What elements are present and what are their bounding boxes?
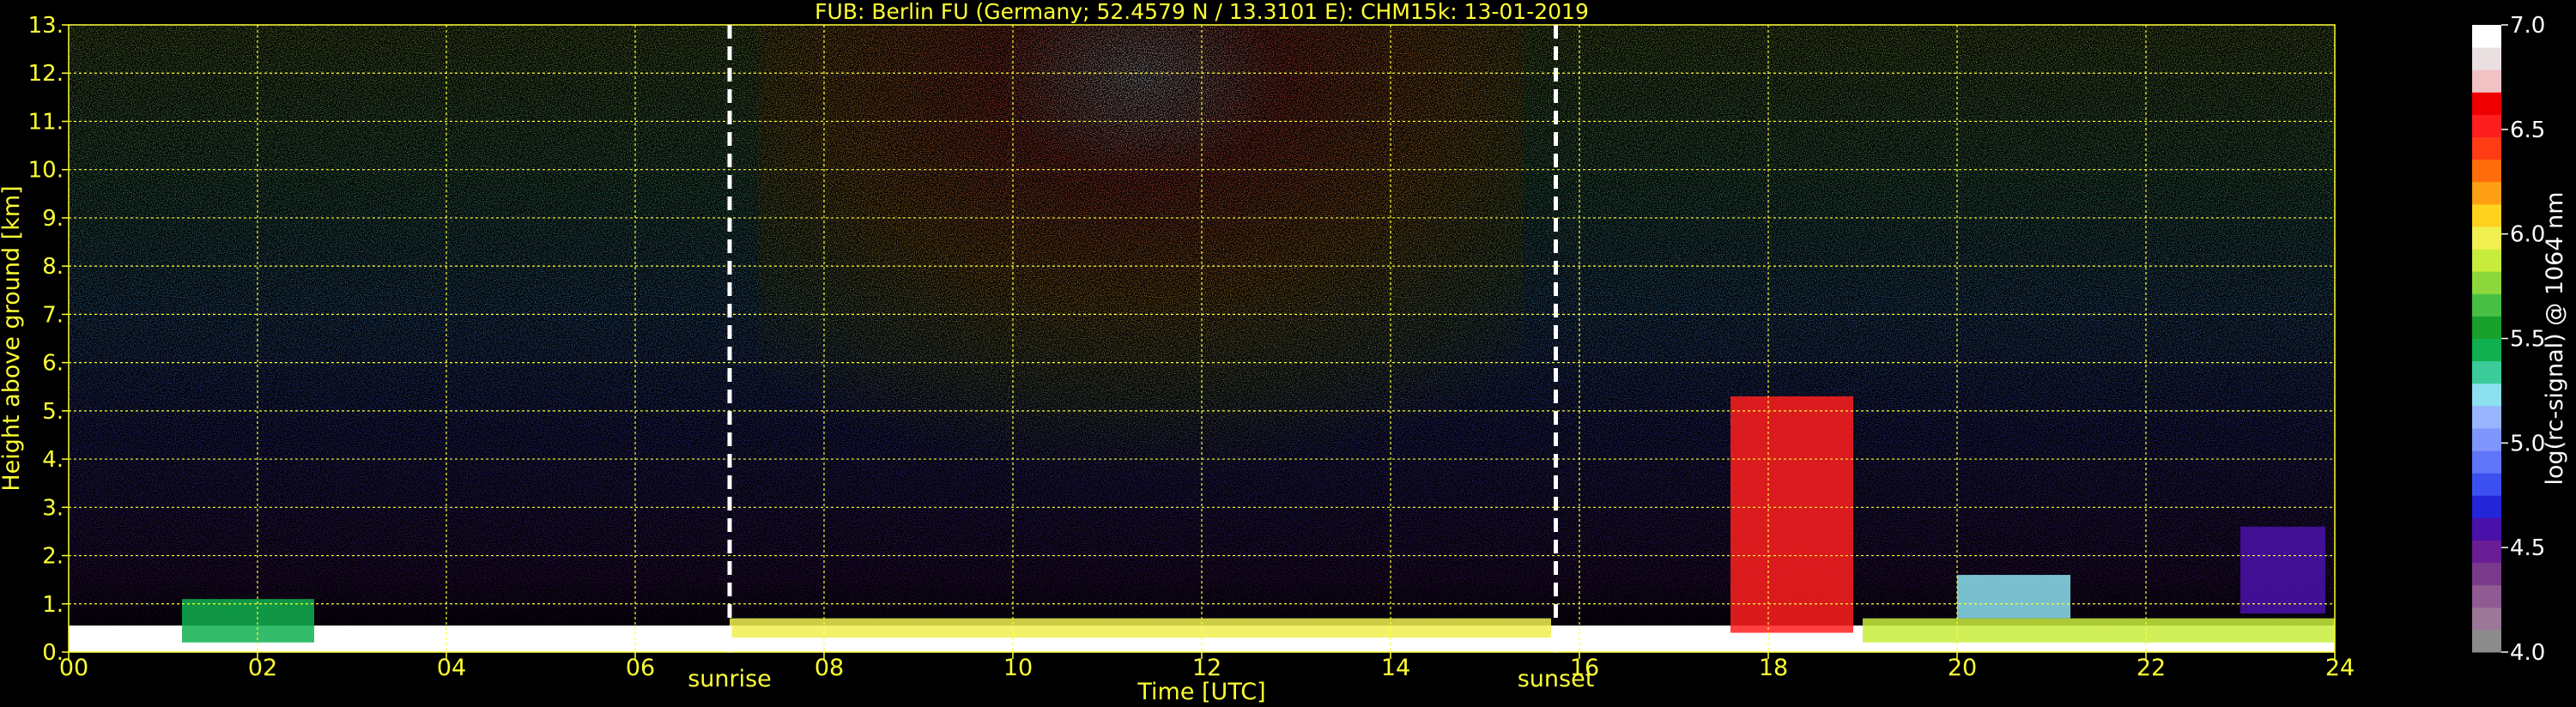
colorbar-segment <box>2472 360 2501 384</box>
colorbar-tick-label: 4.5 <box>2510 535 2545 561</box>
colorbar-segment <box>2472 338 2501 362</box>
colorbar-segment <box>2472 473 2501 496</box>
colorbar-segment <box>2472 607 2501 631</box>
ceilometer-chart: sunrise sunset 0.1.2.3.4.5.6.7.8.9.10.11.… <box>0 0 2568 705</box>
colorbar-segment <box>2472 316 2501 339</box>
colorbar-segment <box>2472 584 2501 608</box>
x-tick-label: 20 <box>1948 655 1977 681</box>
colorbar-segment <box>2472 450 2501 474</box>
colorbar: 4.0 4.5 5.0 5.5 6.0 6.5 7.0 <box>2472 13 2545 666</box>
x-tick-label: 00 <box>59 655 88 681</box>
y-tick-label: 3. <box>42 495 64 521</box>
colorbar-segment <box>2472 271 2501 294</box>
colorbar-segment <box>2472 47 2501 70</box>
colorbar-segment <box>2472 181 2501 205</box>
x-tick-label: 14 <box>1381 655 1410 681</box>
y-tick-label: 4. <box>42 447 64 473</box>
signal-layer <box>2240 526 2325 614</box>
x-tick-label: 12 <box>1192 655 1221 681</box>
x-tick-label: 22 <box>2137 655 2166 681</box>
x-axis-label: Time [UTC] <box>1136 679 1265 705</box>
x-tick-label: 10 <box>1003 655 1033 681</box>
colorbar-tick-label: 4.0 <box>2510 640 2545 666</box>
signal-layer <box>1730 396 1853 633</box>
y-tick-label: 7. <box>42 302 64 328</box>
x-tick-label: 02 <box>248 655 277 681</box>
y-axis: 0.1.2.3.4.5.6.7.8.9.10.11.12.13. <box>28 13 69 666</box>
colorbar-tick-label: 6.5 <box>2510 118 2545 143</box>
colorbar-segment <box>2472 405 2501 429</box>
daylight-signal <box>758 25 1523 559</box>
colorbar-segment <box>2472 629 2501 653</box>
colorbar-label: log(rc-signal) @ 1064 nm <box>2542 191 2568 485</box>
colorbar-segment <box>2472 517 2501 541</box>
colorbar-segment <box>2472 92 2501 115</box>
y-tick-label: 12. <box>28 61 64 87</box>
colorbar-segment <box>2472 427 2501 451</box>
colorbar-segment <box>2472 383 2501 407</box>
colorbar-tick-label: 5.5 <box>2510 327 2545 353</box>
colorbar-segment <box>2472 136 2501 160</box>
colorbar-segment <box>2472 114 2501 138</box>
x-axis: 00 02 04 06 08 10 12 14 16 18 20 22 24 <box>59 652 2355 681</box>
colorbar-segment <box>2472 249 2501 272</box>
colorbar-segment <box>2472 495 2501 518</box>
y-tick-label: 8. <box>42 254 64 280</box>
y-tick-label: 6. <box>42 351 64 377</box>
y-tick-label: 1. <box>42 592 64 618</box>
colorbar-tick-label: 7.0 <box>2510 13 2545 39</box>
signal-layer <box>1957 575 2070 619</box>
y-tick-label: 5. <box>42 399 64 425</box>
y-tick-label: 10. <box>28 158 64 184</box>
y-tick-label: 13. <box>28 13 64 39</box>
x-tick-label: 24 <box>2325 655 2355 681</box>
chart-title: FUB: Berlin FU (Germany; 52.4579 N / 13.… <box>815 0 1589 24</box>
y-tick-label: 2. <box>42 544 64 570</box>
x-tick-label: 06 <box>626 655 655 681</box>
x-tick-label: 04 <box>437 655 466 681</box>
colorbar-tick-label: 6.0 <box>2510 222 2545 248</box>
colorbar-segment <box>2472 203 2501 227</box>
x-tick-label: 18 <box>1759 655 1788 681</box>
colorbar-segment <box>2472 25 2501 48</box>
colorbar-tick-label: 5.0 <box>2510 431 2545 456</box>
y-tick-label: 9. <box>42 206 64 232</box>
plot-area: sunrise sunset <box>68 24 2336 692</box>
colorbar-segment <box>2472 159 2501 183</box>
colorbar-segment <box>2472 69 2501 93</box>
signal-layer <box>182 599 314 643</box>
colorbar-segment <box>2472 226 2501 250</box>
signal-layer <box>730 618 1551 638</box>
colorbar-segment <box>2472 540 2501 564</box>
x-tick-label: 16 <box>1570 655 1599 681</box>
x-tick-label: 08 <box>815 655 844 681</box>
colorbar-segment <box>2472 562 2501 586</box>
colorbar-segment <box>2472 293 2501 317</box>
y-axis-label: Height above ground [km] <box>0 185 25 491</box>
y-tick-label: 11. <box>28 109 64 135</box>
signal-layer <box>1863 618 2335 643</box>
event-label: sunrise <box>688 666 772 692</box>
